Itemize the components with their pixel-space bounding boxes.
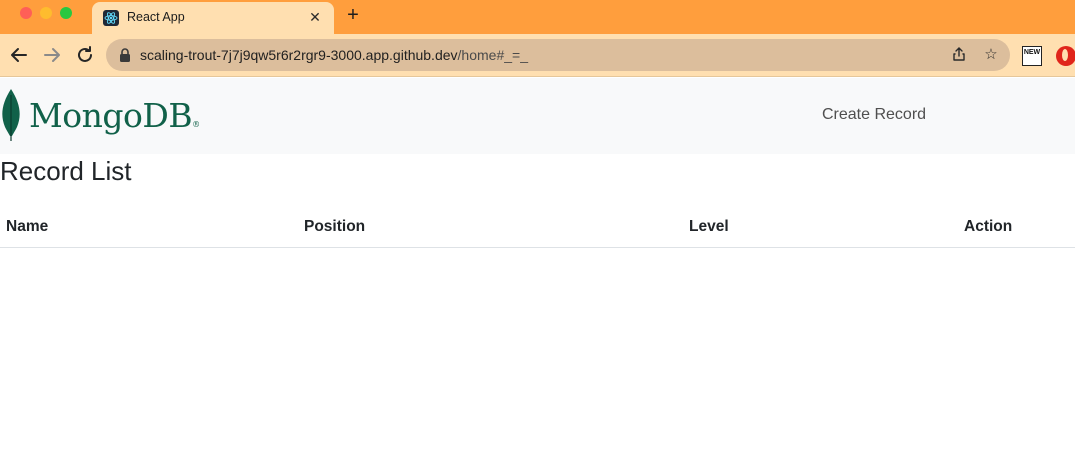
browser-tab[interactable]: React App ✕: [92, 2, 334, 34]
address-bar[interactable]: scaling-trout-7j7j9qw5r6r2rgr9-3000.app.…: [106, 39, 1010, 71]
logo-text: MongoDB®: [29, 96, 200, 135]
forward-arrow-icon[interactable]: [41, 44, 63, 66]
browser-tabstrip: React App ✕ +: [0, 0, 1075, 34]
zoom-window-button[interactable]: [60, 7, 72, 19]
opera-extension-icon[interactable]: [1056, 46, 1075, 66]
column-header-position: Position: [298, 208, 683, 248]
new-tab-icon[interactable]: +: [343, 5, 363, 25]
logo-wordmark: MongoDB: [29, 96, 193, 135]
column-header-name: Name: [0, 208, 298, 248]
records-table: Name Position Level Action: [0, 208, 1075, 248]
column-header-action: Action: [958, 208, 1075, 248]
bookmark-star-icon[interactable]: ☆: [982, 46, 1000, 64]
react-icon: [103, 10, 119, 26]
url-host: scaling-trout-7j7j9qw5r6r2rgr9-3000.app.…: [140, 47, 458, 63]
mongodb-leaf-icon: [2, 89, 20, 141]
logo-registered-mark: ®: [192, 120, 200, 129]
create-record-link[interactable]: Create Record: [822, 106, 926, 124]
url-path: /home#_=_: [457, 47, 528, 63]
app-navbar: MongoDB® Create Record: [0, 78, 1075, 154]
share-icon[interactable]: [950, 46, 968, 64]
tab-close-icon[interactable]: ✕: [306, 8, 324, 26]
browser-toolbar: scaling-trout-7j7j9qw5r6r2rgr9-3000.app.…: [0, 34, 1075, 77]
table-header-row: Name Position Level Action: [0, 208, 1075, 248]
page-title: Record List: [0, 156, 132, 186]
url-text[interactable]: scaling-trout-7j7j9qw5r6r2rgr9-3000.app.…: [140, 47, 528, 63]
close-window-button[interactable]: [20, 7, 32, 19]
reload-icon[interactable]: [74, 44, 96, 66]
news-extension-icon[interactable]: NEW: [1022, 46, 1042, 66]
tab-title: React App: [127, 10, 185, 24]
lock-icon[interactable]: [119, 48, 131, 62]
back-arrow-icon[interactable]: [8, 44, 30, 66]
column-header-level: Level: [683, 208, 958, 248]
minimize-window-button[interactable]: [40, 7, 52, 19]
